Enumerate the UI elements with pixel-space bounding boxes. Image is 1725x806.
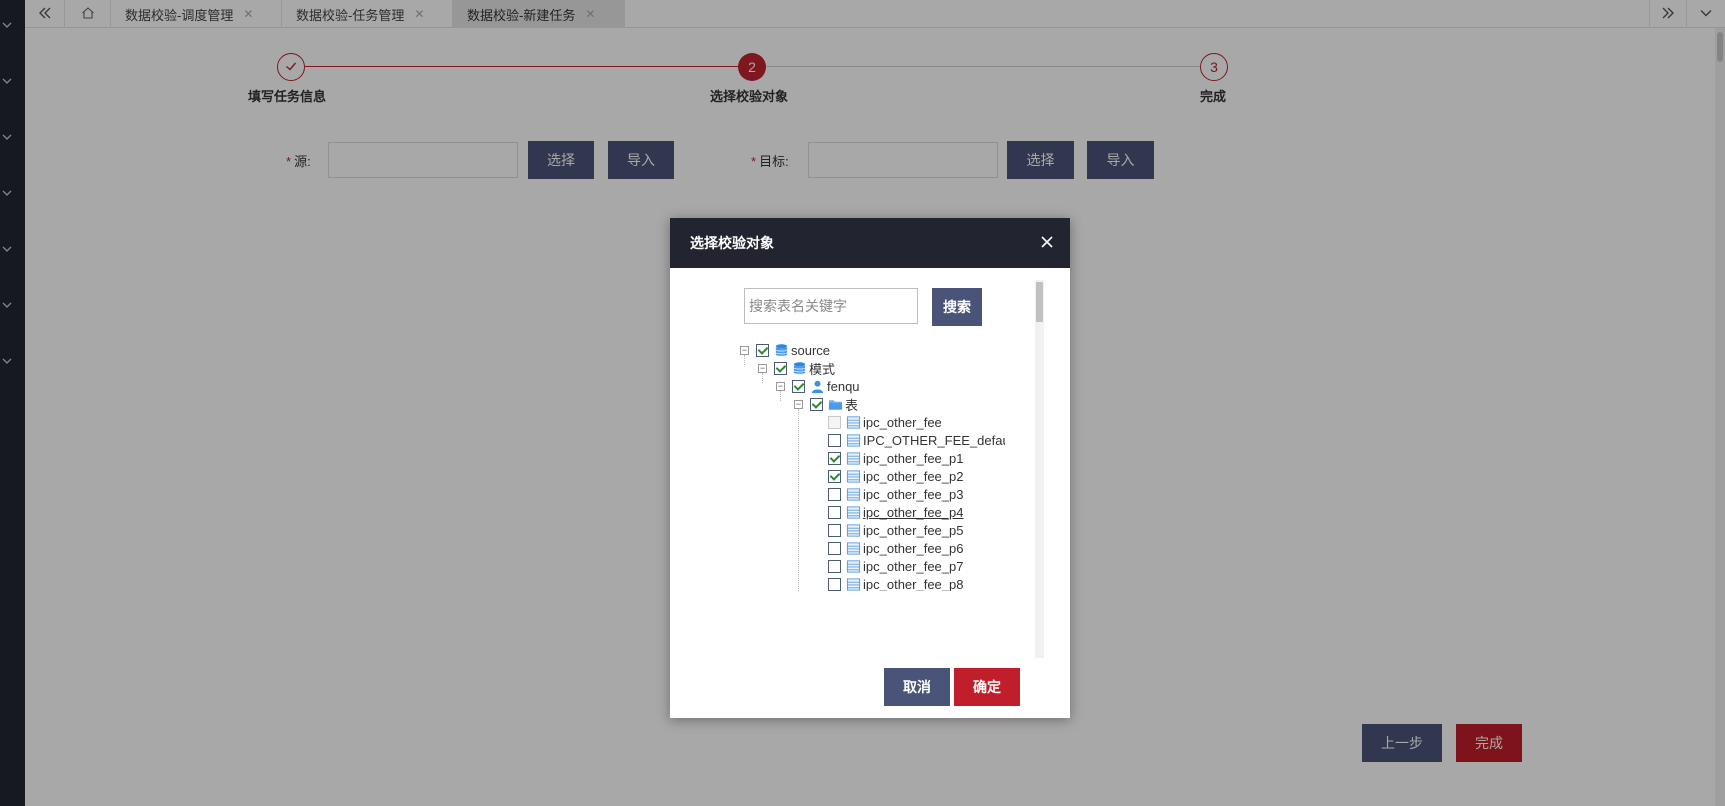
table-search-input[interactable]: [744, 288, 918, 324]
collapse-icon[interactable]: −: [794, 399, 803, 409]
user-icon: [809, 378, 825, 394]
dialog-title: 选择校验对象: [690, 235, 774, 251]
object-tree: − source − 模式 − fenqu − 表 ipc_other_fee I…: [740, 341, 1005, 591]
folder-icon: [827, 396, 843, 412]
collapse-icon[interactable]: −: [758, 363, 767, 373]
tree-node-label: ipc_other_fee_p6: [863, 540, 964, 556]
tree-node-label: ipc_other_fee: [863, 414, 942, 430]
collapse-icon[interactable]: −: [740, 345, 749, 355]
table-icon: [845, 540, 861, 556]
dialog-header: 选择校验对象: [670, 218, 1070, 268]
tree-node-checkbox[interactable]: [828, 559, 841, 573]
tree-node-table[interactable]: ipc_other_fee_p7: [828, 557, 963, 575]
tree-node-table[interactable]: ipc_other_fee: [828, 413, 942, 431]
tree-node-schema-group[interactable]: − 模式: [758, 359, 835, 377]
tree-node-label: fenqu: [827, 378, 860, 394]
tree-node-source[interactable]: − source: [740, 341, 830, 359]
tree-node-label: ipc_other_fee_p8: [863, 576, 964, 592]
tree-node-label: ipc_other_fee_p7: [863, 558, 964, 574]
table-icon: [845, 576, 861, 591]
tree-node-label: IPC_OTHER_FEE_default: [863, 432, 1005, 448]
tree-guide: [798, 409, 799, 591]
tree-node-checkbox[interactable]: [828, 415, 841, 429]
tree-node-schema[interactable]: − fenqu: [776, 377, 860, 395]
tree-node-label: ipc_other_fee_p4: [863, 504, 964, 520]
tree-node-label: ipc_other_fee_p3: [863, 486, 964, 502]
table-icon: [845, 450, 861, 466]
tree-node-table[interactable]: ipc_other_fee_p6: [828, 539, 963, 557]
collapse-icon[interactable]: −: [776, 381, 785, 391]
tree-node-checkbox[interactable]: [828, 469, 841, 483]
table-icon: [845, 558, 861, 574]
tree-node-label: ipc_other_fee_p1: [863, 450, 964, 466]
table-icon: [845, 486, 861, 502]
tree-node-checkbox[interactable]: [828, 433, 841, 447]
tree-node-checkbox[interactable]: [810, 397, 823, 411]
cancel-button[interactable]: 取消: [884, 668, 950, 706]
search-button[interactable]: 搜索: [932, 288, 982, 326]
tree-node-checkbox[interactable]: [828, 451, 841, 465]
tree-node-label: ipc_other_fee_p2: [863, 468, 964, 484]
tree-node-checkbox[interactable]: [792, 379, 805, 393]
table-icon: [845, 504, 861, 520]
confirm-button[interactable]: 确定: [954, 668, 1020, 706]
tree-node-checkbox[interactable]: [828, 577, 841, 591]
scrollbar-thumb[interactable]: [1036, 282, 1043, 322]
tree-scrollbar[interactable]: [1035, 280, 1044, 658]
tree-node-checkbox[interactable]: [828, 487, 841, 501]
tree-node-label: 模式: [809, 361, 836, 377]
close-icon[interactable]: [1040, 235, 1056, 251]
table-icon: [845, 414, 861, 430]
tree-node-table[interactable]: ipc_other_fee_p1: [828, 449, 963, 467]
tree-node-label: source: [791, 342, 831, 358]
select-objects-dialog: 选择校验对象 搜索 − source − 模式 − fenqu −: [670, 218, 1070, 718]
database-icon: [791, 360, 807, 376]
tree-node-checkbox[interactable]: [828, 523, 841, 537]
tree-node-label: 表: [845, 397, 859, 413]
tree-node-table[interactable]: IPC_OTHER_FEE_default: [828, 431, 1005, 449]
tree-node-table[interactable]: ipc_other_fee_p3: [828, 485, 963, 503]
tree-node-checkbox[interactable]: [756, 343, 769, 357]
tree-node-table-group[interactable]: − 表: [794, 395, 858, 413]
tree-node-table[interactable]: ipc_other_fee_p8: [828, 575, 963, 591]
tree-node-checkbox[interactable]: [828, 505, 841, 519]
tree-node-table[interactable]: ipc_other_fee_p2: [828, 467, 963, 485]
tree-node-checkbox[interactable]: [774, 361, 787, 375]
table-icon: [845, 468, 861, 484]
database-icon: [773, 342, 789, 358]
tree-node-table[interactable]: ipc_other_fee_p5: [828, 521, 963, 539]
tree-node-checkbox[interactable]: [828, 541, 841, 555]
tree-node-table[interactable]: ipc_other_fee_p4: [828, 503, 963, 521]
tree-node-label: ipc_other_fee_p5: [863, 522, 964, 538]
table-icon: [845, 522, 861, 538]
table-icon: [845, 432, 861, 448]
